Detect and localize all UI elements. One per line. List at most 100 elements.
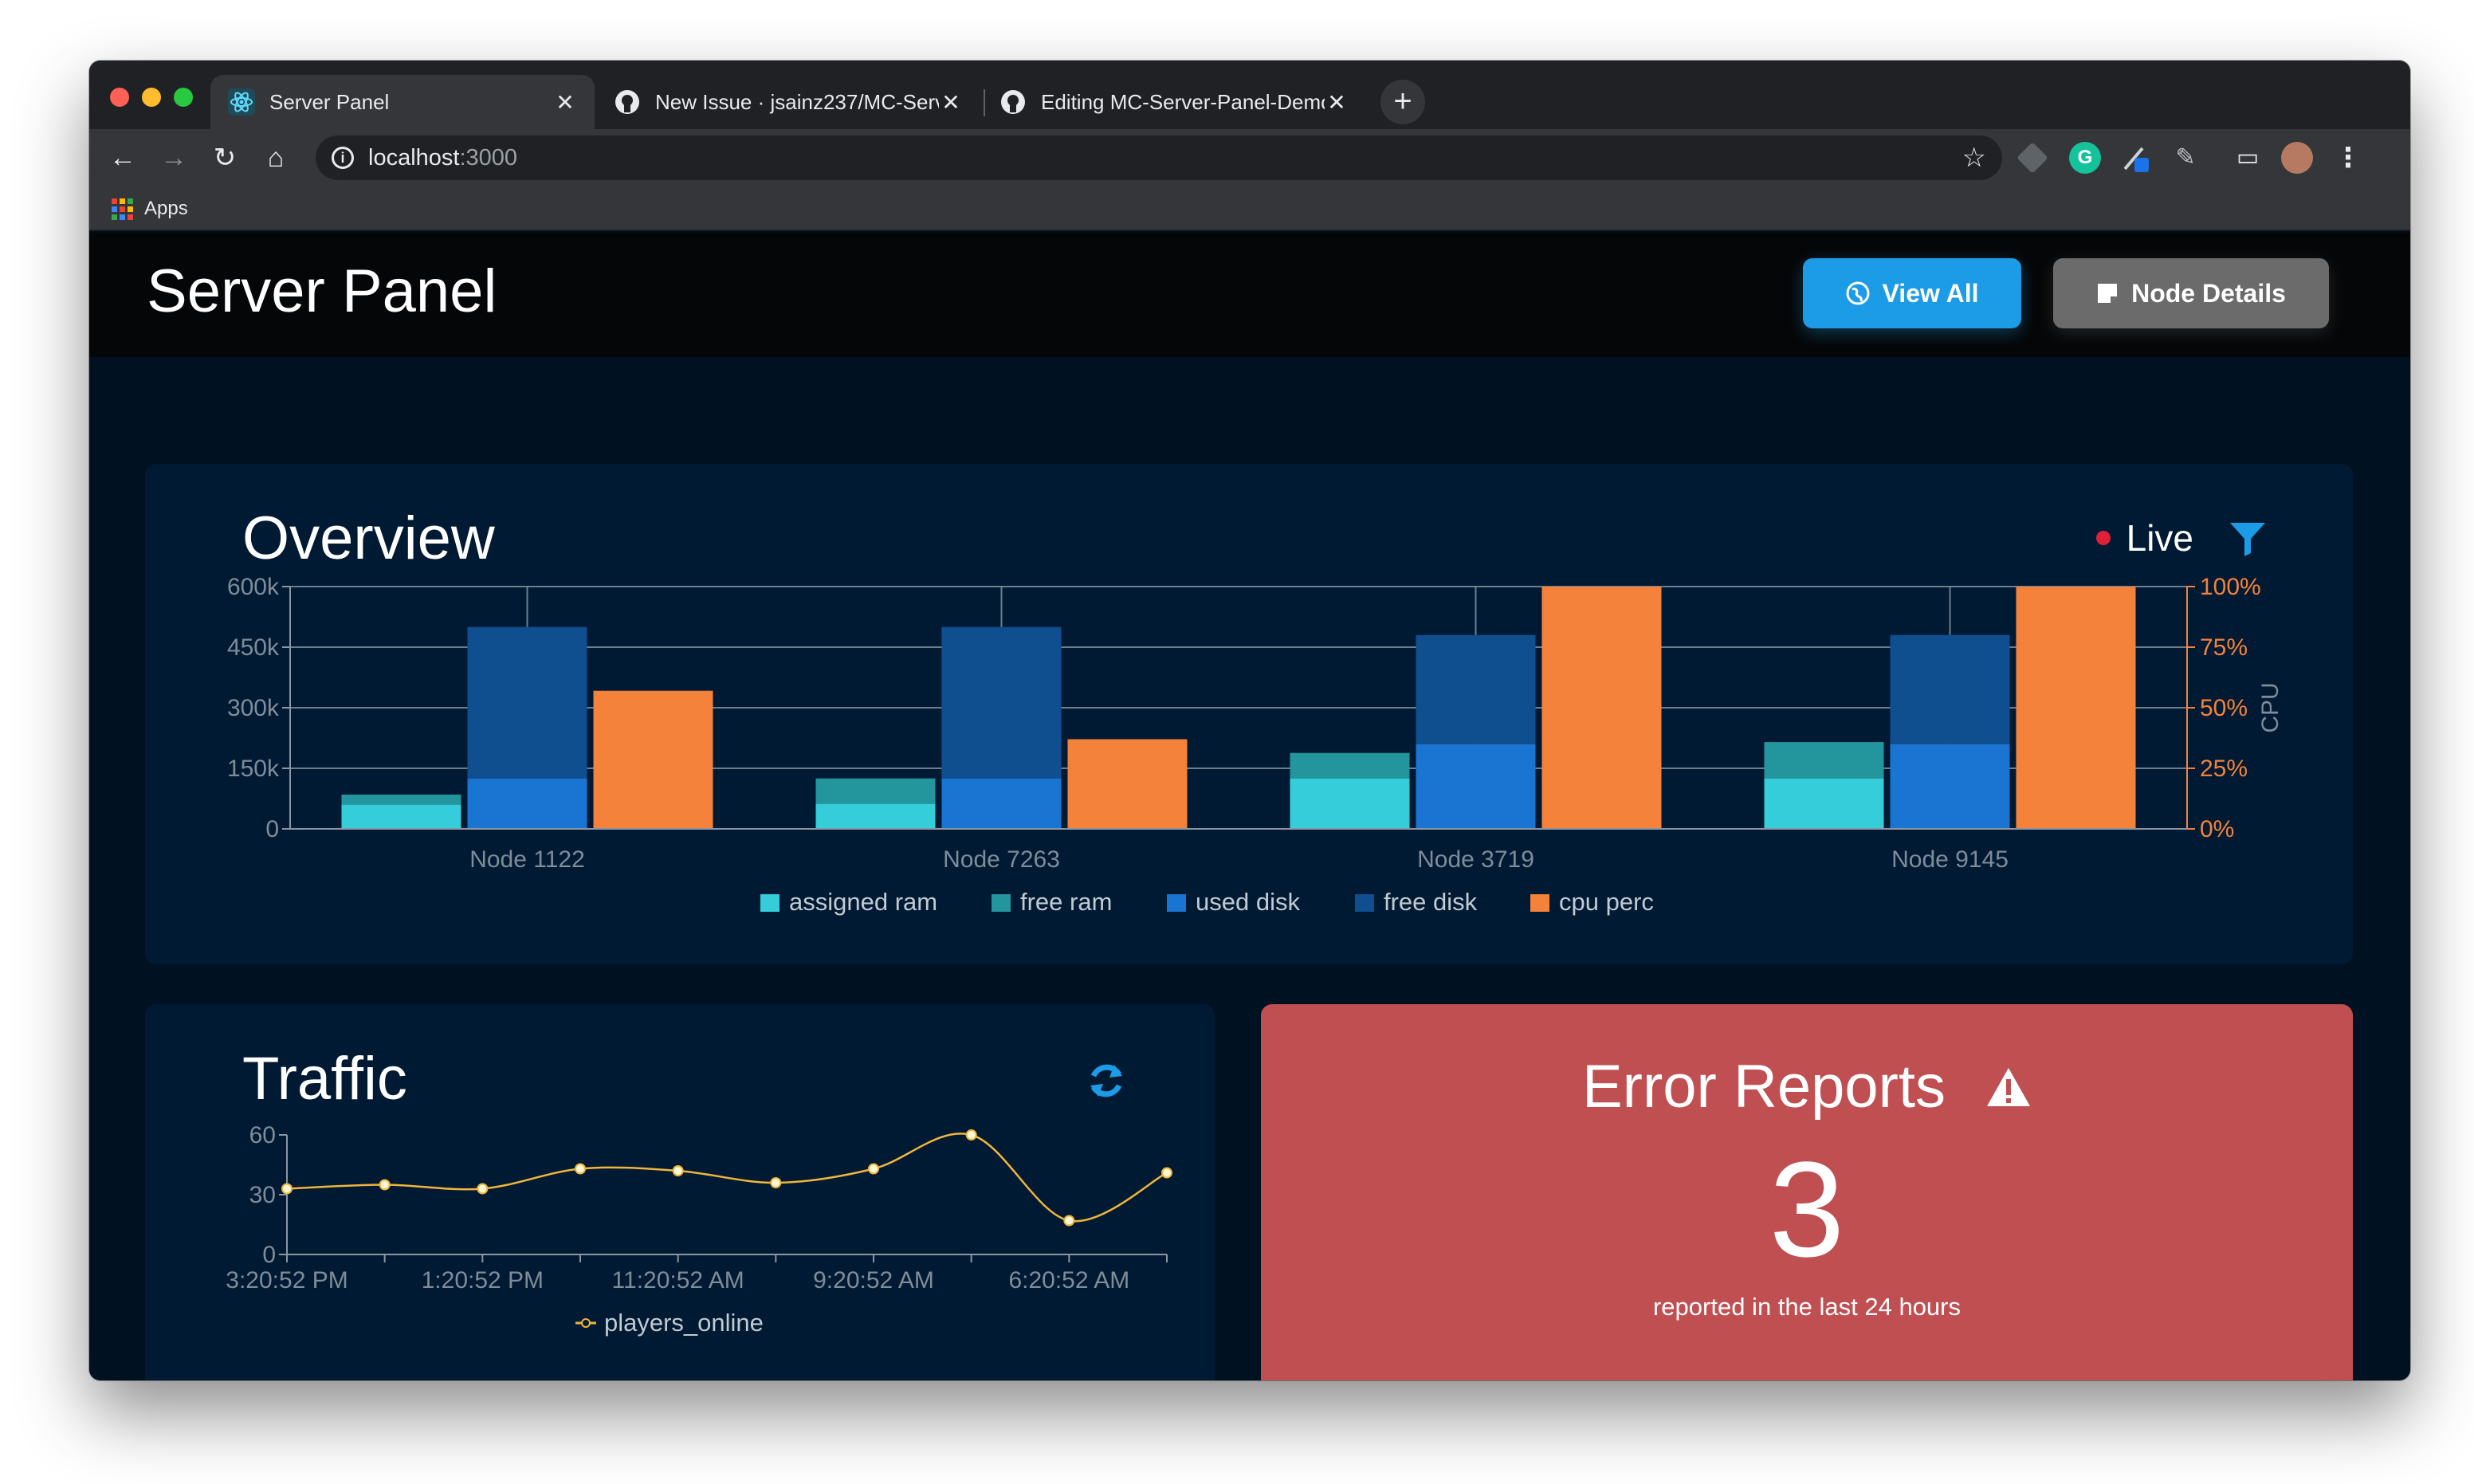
- bar-free-disk: [1416, 634, 1536, 744]
- data-point: [575, 1163, 586, 1175]
- bar-free-ram: [815, 778, 936, 804]
- tab-title: Editing MC-Server-Panel-Demo: [1041, 89, 1325, 114]
- close-icon[interactable]: ✕: [553, 89, 577, 116]
- legend-swatch: [760, 894, 780, 912]
- avatar[interactable]: [2281, 142, 2313, 174]
- tab-strip: Server Panel ✕ New Issue · jsainz237/MC-…: [89, 61, 2410, 129]
- pen-extension-icon[interactable]: [2120, 142, 2152, 174]
- error-reports-card[interactable]: Error Reports 3 reported in the last 24 …: [1261, 1004, 2353, 1380]
- y-tick-label: 0: [265, 816, 279, 842]
- kebab-menu-icon[interactable]: ⋮: [2332, 142, 2364, 174]
- close-icon[interactable]: ✕: [1325, 89, 1349, 116]
- data-point: [770, 1177, 782, 1188]
- bar-assigned-ram: [815, 803, 936, 829]
- apps-grid-icon: [112, 198, 133, 220]
- url-host: localhost: [368, 144, 460, 171]
- bar-assigned-ram: [341, 804, 461, 829]
- bar-free-disk: [467, 626, 587, 779]
- forward-arrow-icon[interactable]: →: [155, 139, 193, 177]
- legend-label: assigned ram: [789, 888, 937, 916]
- legend-swatch: [1167, 894, 1186, 912]
- bar-assigned-ram: [1290, 778, 1410, 829]
- y-right-tick-label: 25%: [2200, 756, 2248, 782]
- x-tick-label: 11:20:52 AM: [612, 1267, 744, 1294]
- data-point: [281, 1183, 293, 1195]
- data-point: [672, 1165, 684, 1176]
- url-port: :3000: [459, 144, 518, 171]
- node-details-button[interactable]: Node Details: [2053, 258, 2329, 328]
- close-window-button[interactable]: [110, 88, 129, 107]
- cast-icon[interactable]: ▭: [2232, 142, 2264, 174]
- error-title-row: Error Reports: [1261, 1052, 2353, 1121]
- data-point: [868, 1163, 879, 1175]
- bar-cpu-perc: [2016, 587, 2136, 829]
- home-icon[interactable]: ⌂: [257, 139, 295, 177]
- globe-icon: [1846, 281, 1870, 305]
- view-all-button[interactable]: View All: [1803, 258, 2021, 328]
- apps-bookmark[interactable]: Apps: [112, 198, 188, 220]
- bar-used-disk: [1890, 744, 2010, 829]
- y-right-tick-label: 0%: [2200, 816, 2234, 842]
- apps-label: Apps: [144, 198, 188, 219]
- view-all-label: View All: [1882, 278, 1979, 308]
- warning-icon: [1987, 1067, 2031, 1106]
- bookmark-star-icon[interactable]: ☆: [1962, 142, 1986, 174]
- address-bar[interactable]: i localhost:3000 ☆: [316, 135, 2002, 180]
- sticky-note-icon: [2096, 282, 2119, 304]
- y-tick-label: 30: [249, 1182, 276, 1208]
- error-reports-title: Error Reports: [1581, 1053, 1946, 1121]
- tab-editing-demo[interactable]: Editing MC-Server-Panel-Demo ✕: [982, 75, 1366, 129]
- bar-free-ram: [341, 794, 461, 805]
- y-right-axis-label: CPU: [2257, 682, 2284, 732]
- y-tick-label: 60: [249, 1122, 276, 1148]
- bar-free-ram: [1290, 752, 1410, 779]
- y-tick-label: 0: [262, 1242, 276, 1268]
- reload-icon[interactable]: ↻: [206, 139, 244, 177]
- series-line-players_online: [286, 1133, 1168, 1223]
- bar-used-disk: [467, 778, 587, 829]
- react-icon: [228, 88, 255, 116]
- y-tick-label: 300k: [227, 695, 280, 721]
- bar-used-disk: [941, 778, 1062, 829]
- tab-title: Server Panel: [269, 89, 390, 114]
- x-tick-label: 9:20:52 AM: [813, 1267, 934, 1294]
- error-count: 3: [1769, 1134, 1845, 1286]
- overview-card: Overview Live 0 150k 300k 450k 600k 0% 25% 50% 7…: [145, 464, 2353, 964]
- new-tab-button[interactable]: +: [1380, 80, 1425, 124]
- legend-swatch: [992, 894, 1011, 912]
- error-subtitle: reported in the last 24 hours: [1652, 1293, 1962, 1321]
- legend-label: free disk: [1384, 888, 1478, 916]
- legend-label: cpu perc: [1559, 888, 1654, 916]
- bar-used-disk: [1416, 744, 1536, 829]
- github-icon: [614, 88, 641, 116]
- data-point: [1161, 1167, 1172, 1179]
- back-arrow-icon[interactable]: ←: [104, 139, 142, 177]
- github-icon: [999, 88, 1027, 116]
- bar-cpu-perc: [593, 690, 713, 829]
- x-tick-label: Node 7263: [943, 846, 1060, 873]
- overview-bar-chart: 0 150k 300k 450k 600k 0% 25% 50% 75% 100% CPU Node …: [227, 574, 2284, 916]
- legend-label: free ram: [1020, 888, 1112, 916]
- legend-marker: [581, 1318, 591, 1328]
- app-root: Server Panel View All Node Details Overv…: [89, 233, 2410, 1380]
- tab-new-issue[interactable]: New Issue · jsainz237/MC-Server-Panel ✕: [596, 75, 980, 129]
- tab-server-panel[interactable]: Server Panel ✕: [210, 75, 595, 129]
- bar-free-disk: [941, 626, 1062, 779]
- grammarly-extension-icon[interactable]: G: [2069, 142, 2101, 174]
- traffic-line-chart: 0 30 60 3:20:52 PM 1:20:52 PM 11:20:52 AM 9:20…: [226, 1122, 1172, 1337]
- drive-extension-icon[interactable]: [2017, 142, 2048, 174]
- y-tick-label: 450k: [227, 634, 280, 661]
- tab-title: New Issue · jsainz237/MC-Server-Panel: [655, 89, 939, 114]
- node-details-label: Node Details: [2131, 278, 2286, 308]
- traffic-card: Traffic 0 30 60 3:20:52 PM 1:20:52 PM 11:20:5…: [145, 1004, 1215, 1380]
- maximize-window-button[interactable]: [174, 88, 193, 107]
- minimize-window-button[interactable]: [142, 88, 161, 107]
- browser-window: Server Panel ✕ New Issue · jsainz237/MC-…: [89, 61, 2410, 1380]
- x-tick-label: Node 1122: [469, 846, 585, 873]
- y-tick-label: 150k: [227, 756, 280, 782]
- close-icon[interactable]: ✕: [939, 89, 963, 116]
- info-icon[interactable]: i: [332, 147, 354, 169]
- eraser-extension-icon[interactable]: ✎: [2170, 142, 2201, 174]
- x-tick-label: 6:20:52 AM: [1008, 1267, 1129, 1294]
- bar-assigned-ram: [1764, 778, 1884, 829]
